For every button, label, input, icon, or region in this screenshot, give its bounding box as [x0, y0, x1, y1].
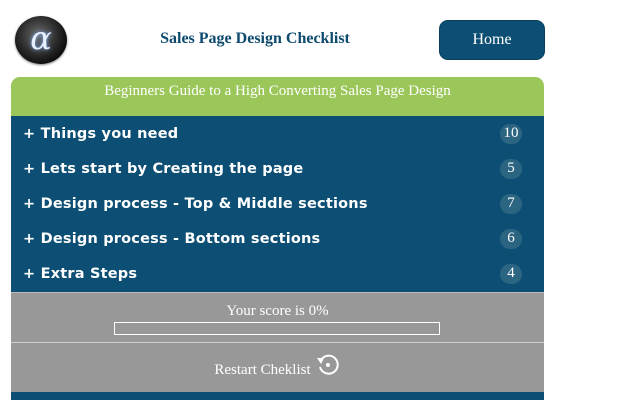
- section-label: + Design process - Top & Middle sections: [23, 195, 368, 212]
- home-button[interactable]: Home: [439, 20, 545, 60]
- score-progress-bar: [114, 322, 440, 335]
- section-list: + Things you need 10 + Lets start by Cre…: [11, 116, 544, 292]
- restart-label: Restart Cheklist: [214, 362, 311, 378]
- bottom-bar: [11, 392, 544, 400]
- score-text: Your score is 0%: [226, 303, 329, 319]
- section-count-badge: 7: [500, 193, 522, 214]
- restart-checklist-button[interactable]: Restart Cheklist: [11, 342, 544, 392]
- score-box: Your score is 0%: [11, 292, 544, 342]
- section-bottom[interactable]: + Design process - Bottom sections 6: [11, 221, 544, 256]
- section-label: + Design process - Bottom sections: [23, 230, 321, 247]
- section-label: + Things you need: [23, 125, 179, 142]
- alpha-logo-icon[interactable]: α: [15, 16, 67, 64]
- section-count-badge: 10: [500, 123, 522, 144]
- section-count-badge: 4: [500, 263, 522, 284]
- section-creating-page[interactable]: + Lets start by Creating the page 5: [11, 151, 544, 186]
- section-label: + Extra Steps: [23, 265, 138, 282]
- checklist-panel: Beginners Guide to a High Converting Sal…: [11, 77, 544, 400]
- logo-glyph: α: [30, 19, 52, 57]
- section-count-badge: 5: [500, 158, 522, 179]
- section-top-middle[interactable]: + Design process - Top & Middle sections…: [11, 186, 544, 221]
- guide-banner: Beginners Guide to a High Converting Sal…: [11, 77, 544, 116]
- section-count-badge: 6: [500, 228, 522, 249]
- restart-icon: [315, 352, 341, 378]
- section-things-you-need[interactable]: + Things you need 10: [11, 116, 544, 151]
- page-title: Sales Page Design Checklist: [160, 30, 350, 47]
- section-label: + Lets start by Creating the page: [23, 160, 304, 177]
- section-extra-steps[interactable]: + Extra Steps 4: [11, 256, 544, 291]
- header: α Sales Page Design Checklist Home: [0, 0, 640, 76]
